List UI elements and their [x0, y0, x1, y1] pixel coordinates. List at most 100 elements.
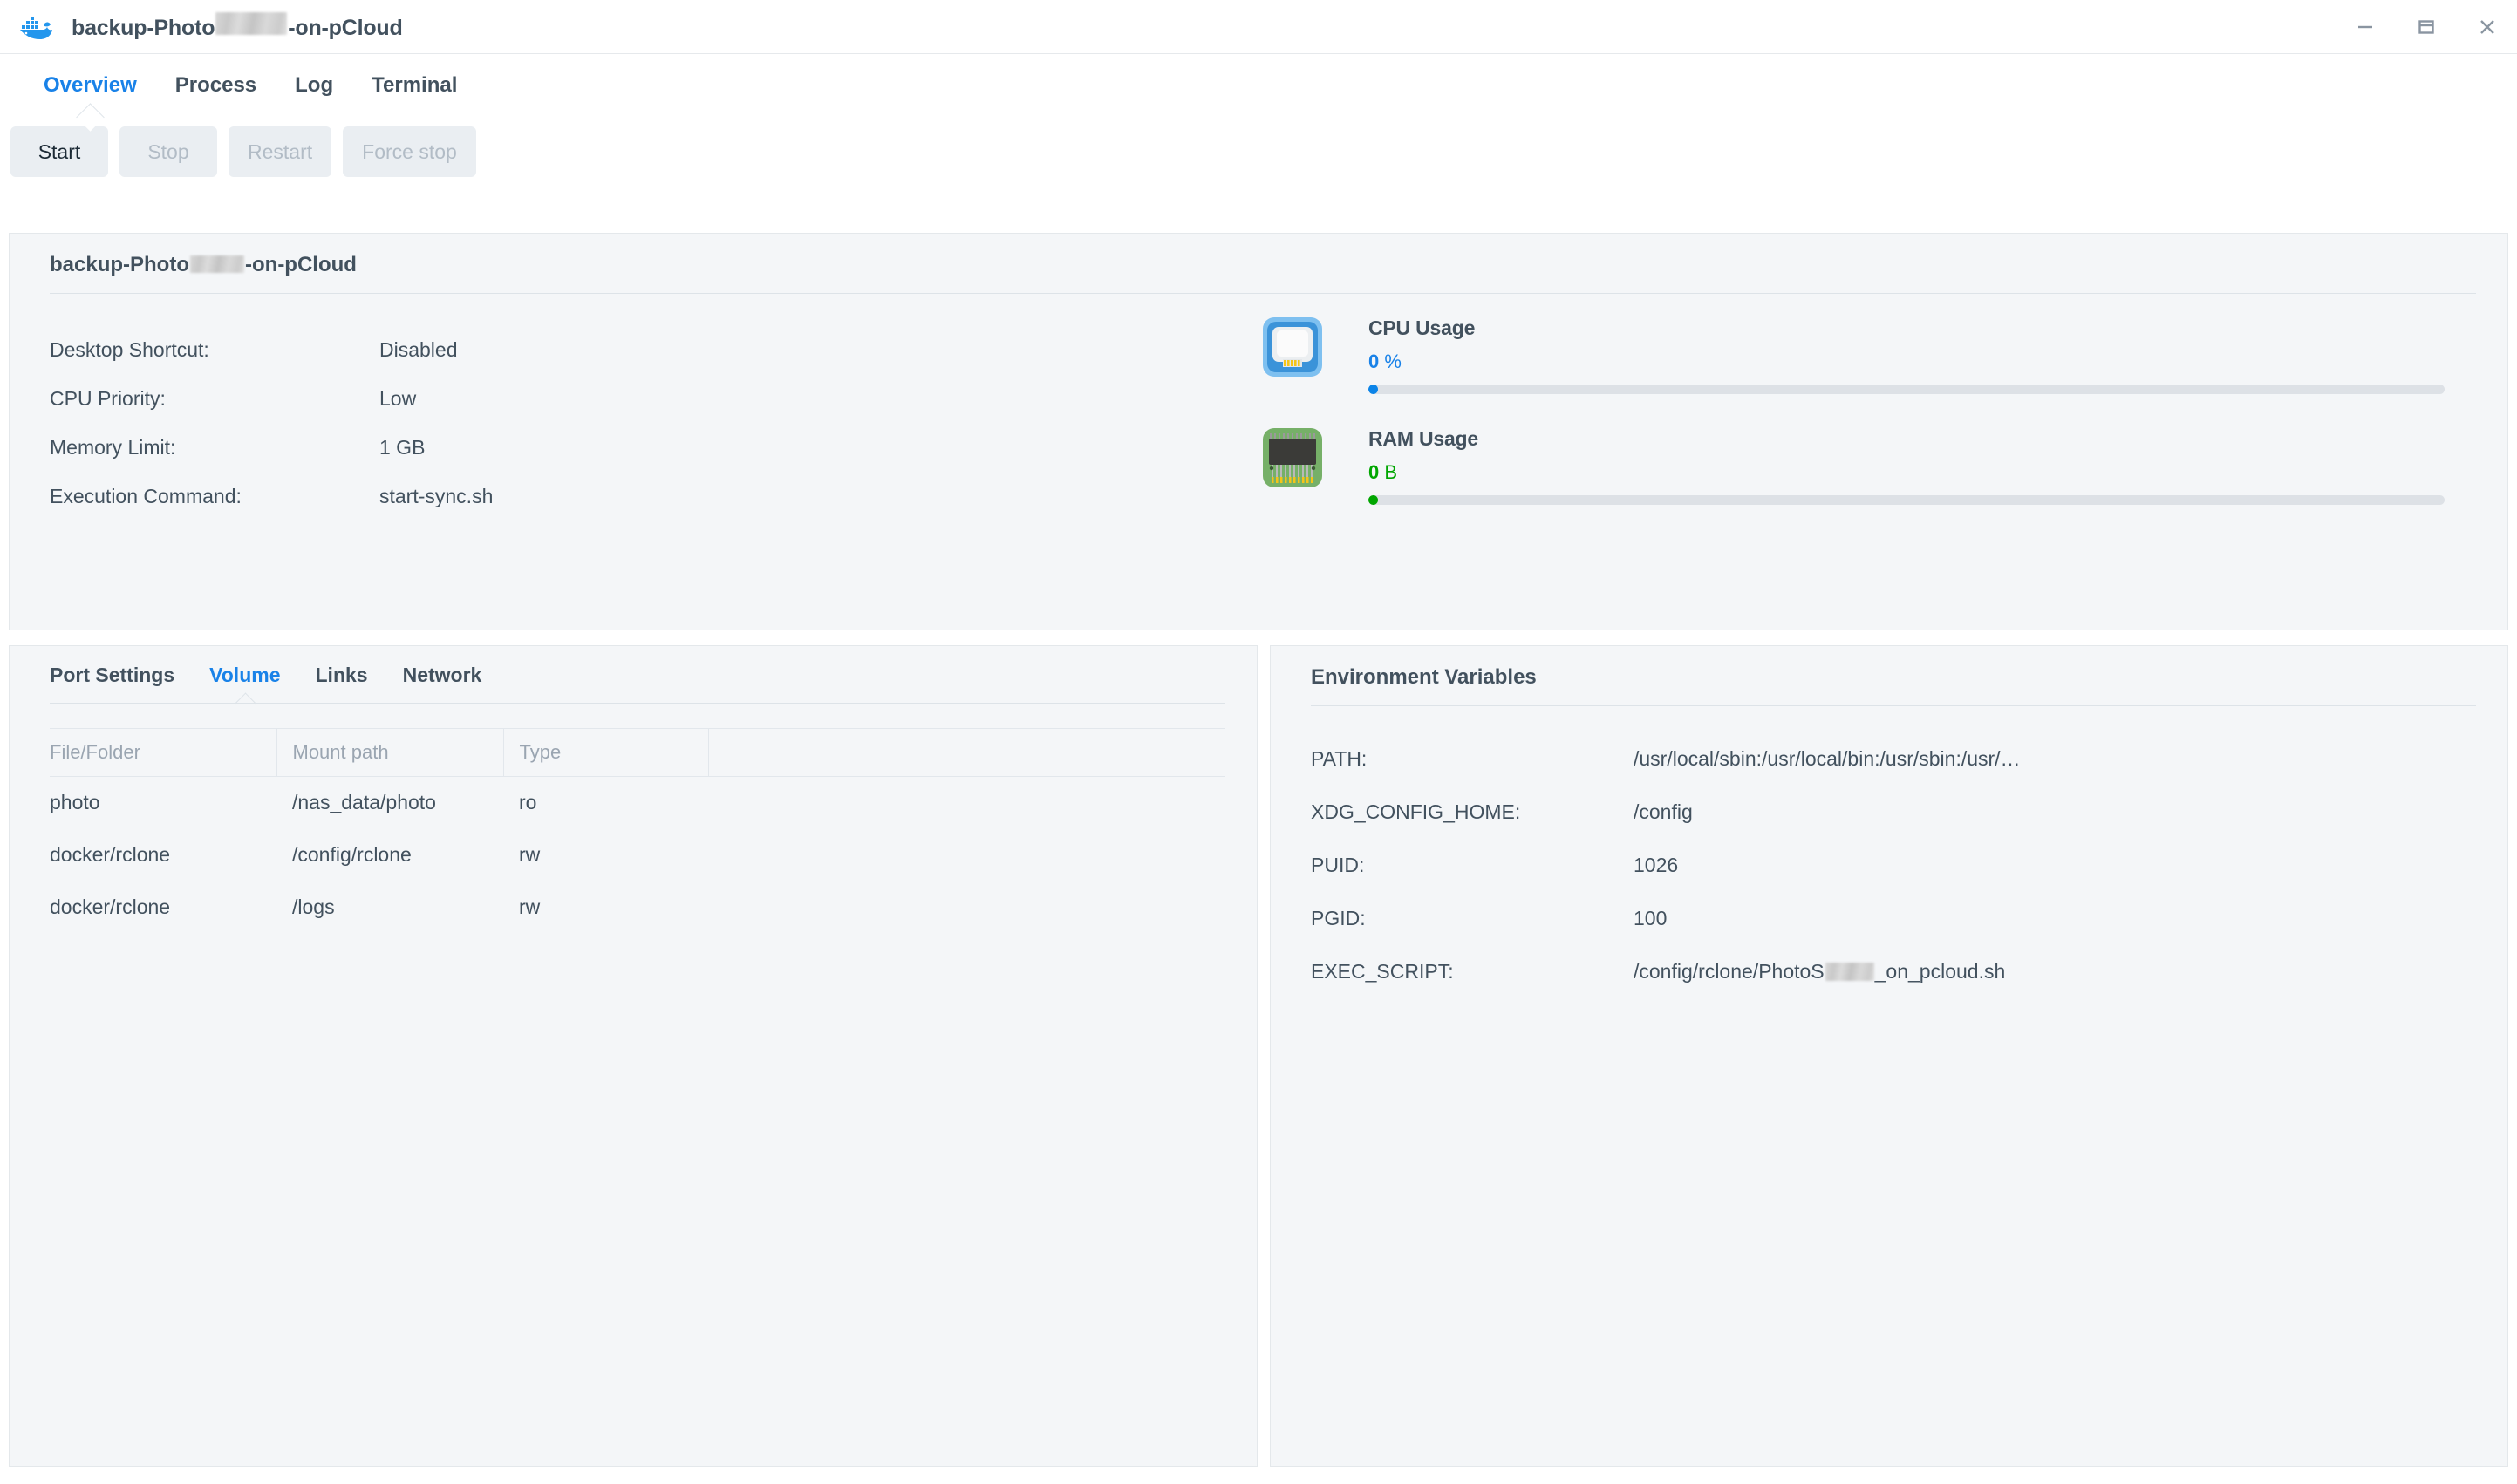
tab-log-label: Log — [295, 73, 333, 98]
column-header-type[interactable]: Type — [503, 729, 708, 777]
cell-extra — [708, 829, 1225, 882]
container-name-heading: backup-Photo -on-pCloud — [10, 234, 2507, 277]
container-name-suffix: -on-pCloud — [245, 253, 357, 277]
minimize-button[interactable] — [2348, 10, 2383, 44]
close-button[interactable] — [2470, 10, 2505, 44]
subtab-port-settings-label: Port Settings — [50, 664, 174, 687]
resource-gauges: CPU Usage 0 % — [1248, 294, 2507, 538]
env-key-path: PATH: — [1311, 747, 1634, 771]
tab-log[interactable]: Log — [276, 54, 352, 117]
subtab-links-label: Links — [316, 664, 368, 687]
tab-overview-label: Overview — [44, 73, 137, 98]
container-name-prefix: backup-Photo — [50, 253, 189, 277]
env-value-puid: 1026 — [1634, 854, 1678, 877]
cell-type: ro — [503, 777, 708, 829]
cell-extra — [708, 777, 1225, 829]
memory-limit-value: 1 GB — [379, 436, 425, 459]
window-controls — [2348, 0, 2505, 54]
environment-variables-list: PATH: /usr/local/sbin:/usr/local/bin:/us… — [1311, 732, 2476, 998]
volume-table: File/Folder Mount path Type photo /nas_d… — [50, 728, 1225, 934]
memory-limit-label: Memory Limit: — [50, 436, 379, 459]
cpu-priority-label: CPU Priority: — [50, 387, 379, 411]
property-row-desktop-shortcut: Desktop Shortcut: Disabled — [50, 325, 1248, 374]
subtab-volume[interactable]: Volume — [192, 646, 297, 704]
cpu-priority-value: Low — [379, 387, 416, 411]
subtab-port-settings[interactable]: Port Settings — [50, 646, 192, 704]
cpu-chip-icon — [1262, 317, 1323, 378]
subtab-links[interactable]: Links — [298, 646, 385, 704]
title-bar: backup-Photo -on-pCloud — [0, 0, 2517, 54]
ram-usage-value: 0 B — [1368, 461, 2445, 484]
subtab-volume-label: Volume — [209, 664, 280, 687]
container-info-panel: backup-Photo -on-pCloud Desktop Shortcut… — [9, 233, 2508, 630]
table-row[interactable]: docker/rclone /config/rclone rw — [50, 829, 1225, 882]
table-row[interactable]: docker/rclone /logs rw — [50, 882, 1225, 934]
column-header-mount-path[interactable]: Mount path — [276, 729, 503, 777]
window-title-prefix: backup-Photo — [72, 16, 215, 41]
cell-mount-path: /nas_data/photo — [276, 777, 503, 829]
property-row-cpu-priority: CPU Priority: Low — [50, 374, 1248, 423]
ram-module-icon — [1262, 427, 1323, 488]
subtab-divider — [50, 703, 1225, 704]
env-key-puid: PUID: — [1311, 854, 1634, 877]
cpu-usage-progress-fill — [1368, 385, 1378, 394]
env-row-exec-script: EXEC_SCRIPT: /config/rclone/PhotoS_on_pc… — [1311, 945, 2476, 998]
env-value-xdg-config-home: /config — [1634, 800, 1693, 824]
panel-divider — [1311, 705, 2476, 706]
ram-usage-gauge: RAM Usage 0 B — [1248, 427, 2507, 505]
execution-command-value: start-sync.sh — [379, 485, 493, 508]
subtab-network[interactable]: Network — [385, 646, 500, 704]
env-row-path: PATH: /usr/local/sbin:/usr/local/bin:/us… — [1311, 732, 2476, 786]
window-title: backup-Photo -on-pCloud — [72, 12, 403, 41]
redacted-exec-script-segment — [1825, 963, 1874, 981]
start-button[interactable]: Start — [10, 126, 108, 177]
property-row-memory-limit: Memory Limit: 1 GB — [50, 423, 1248, 472]
cell-mount-path: /config/rclone — [276, 829, 503, 882]
environment-variables-panel: Environment Variables PATH: /usr/local/s… — [1270, 645, 2508, 1467]
ram-usage-title: RAM Usage — [1368, 427, 2445, 451]
env-row-puid: PUID: 1026 — [1311, 839, 2476, 892]
ram-usage-progress-fill — [1368, 495, 1378, 505]
tab-overview[interactable]: Overview — [24, 54, 156, 117]
ram-usage-number: 0 — [1368, 461, 1379, 483]
volume-table-header-row: File/Folder Mount path Type — [50, 729, 1225, 777]
property-row-execution-command: Execution Command: start-sync.sh — [50, 472, 1248, 521]
environment-variables-heading: Environment Variables — [1271, 646, 2507, 690]
desktop-shortcut-label: Desktop Shortcut: — [50, 338, 379, 362]
tab-process[interactable]: Process — [156, 54, 276, 117]
container-properties-list: Desktop Shortcut: Disabled CPU Priority:… — [10, 294, 1248, 538]
env-value-exec-script: /config/rclone/PhotoS _on_pcloud.sh — [1634, 960, 2005, 984]
tab-terminal-label: Terminal — [372, 73, 457, 98]
desktop-shortcut-value: Disabled — [379, 338, 458, 362]
subtab-network-label: Network — [403, 664, 482, 687]
redacted-container-name-segment — [190, 255, 244, 273]
volume-settings-panel: Port Settings Volume Links Network File/… — [9, 645, 1258, 1467]
window-title-suffix: -on-pCloud — [288, 16, 402, 41]
ram-usage-unit: B — [1384, 461, 1397, 483]
cpu-usage-title: CPU Usage — [1368, 317, 2445, 340]
env-row-pgid: PGID: 100 — [1311, 892, 2476, 945]
cell-file-folder: photo — [50, 777, 276, 829]
column-header-empty[interactable] — [708, 729, 1225, 777]
cpu-usage-number: 0 — [1368, 351, 1379, 372]
env-value-path: /usr/local/sbin:/usr/local/bin:/usr/sbin… — [1634, 747, 2021, 771]
tab-terminal[interactable]: Terminal — [352, 54, 476, 117]
env-key-pgid: PGID: — [1311, 907, 1634, 930]
cell-extra — [708, 882, 1225, 934]
env-value-exec-script-prefix: /config/rclone/PhotoS — [1634, 960, 1825, 984]
env-row-xdg-config-home: XDG_CONFIG_HOME: /config — [1311, 786, 2476, 839]
cpu-usage-progress-bar — [1368, 385, 2445, 394]
table-row[interactable]: photo /nas_data/photo ro — [50, 777, 1225, 829]
cpu-usage-gauge: CPU Usage 0 % — [1248, 317, 2507, 394]
restart-button[interactable]: Restart — [229, 126, 331, 177]
maximize-button[interactable] — [2409, 10, 2444, 44]
stop-button[interactable]: Stop — [119, 126, 217, 177]
action-toolbar: Start Stop Restart Force stop — [0, 117, 2517, 187]
cell-type: rw — [503, 829, 708, 882]
cell-type: rw — [503, 882, 708, 934]
cpu-usage-value: 0 % — [1368, 351, 2445, 373]
force-stop-button[interactable]: Force stop — [343, 126, 476, 177]
env-value-exec-script-suffix: _on_pcloud.sh — [1875, 960, 2006, 984]
column-header-file-folder[interactable]: File/Folder — [50, 729, 276, 777]
tab-process-label: Process — [175, 73, 256, 98]
